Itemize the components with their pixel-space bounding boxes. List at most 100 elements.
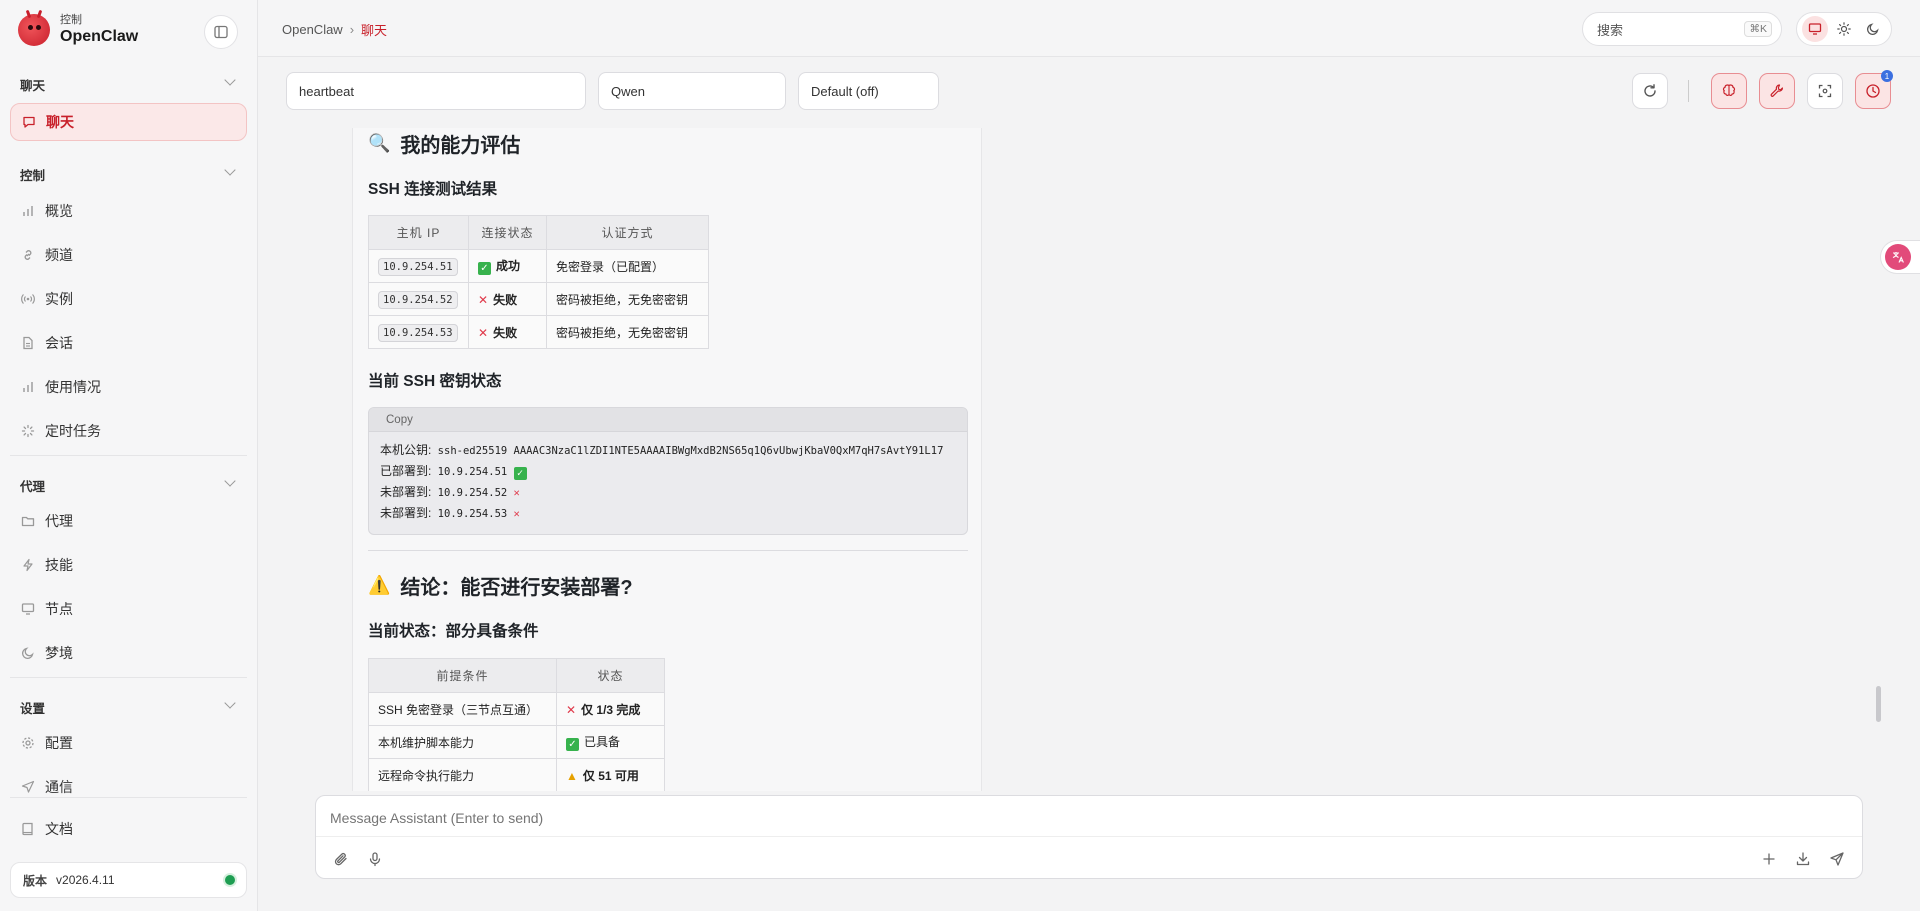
thinking-select[interactable]: Default (off) bbox=[798, 72, 939, 110]
table-row: 10.9.254.51 ✓ 成功 免密登录（已配置） bbox=[368, 249, 709, 283]
ip-code: 10.9.254.53 bbox=[378, 324, 458, 342]
code-value: 10.9.254.53 bbox=[437, 508, 508, 520]
sidebar-item-nodes[interactable]: 节点 bbox=[20, 598, 73, 620]
chevron-down-icon[interactable] bbox=[224, 475, 236, 487]
sidebar-item-comms[interactable]: 通信 bbox=[20, 776, 73, 798]
composer-divider bbox=[316, 836, 1862, 837]
chevron-down-icon[interactable] bbox=[224, 697, 236, 709]
sidebar-item-docs[interactable]: 文档 bbox=[20, 818, 73, 840]
topbar: OpenClaw › 聊天 搜索 ⌘K bbox=[258, 0, 1920, 57]
sidebar-item-channels[interactable]: 频道 bbox=[20, 244, 73, 266]
new-chat-button[interactable] bbox=[1758, 848, 1780, 870]
sidebar-item-label: 节点 bbox=[45, 601, 73, 617]
moon-icon bbox=[20, 645, 36, 661]
chevron-down-icon[interactable] bbox=[224, 74, 236, 86]
version-info: 版本 v2026.4.11 bbox=[10, 862, 247, 898]
sidebar-item-cron[interactable]: 定时任务 bbox=[20, 420, 101, 442]
code-line: 已部署到: 10.9.254.51 ✓ bbox=[369, 461, 967, 482]
brand-name: OpenClaw bbox=[60, 28, 139, 45]
export-button[interactable] bbox=[1792, 848, 1814, 870]
tools-button[interactable] bbox=[1759, 73, 1795, 109]
translate-floating-button[interactable] bbox=[1880, 240, 1920, 274]
cron-status-button[interactable]: 1 bbox=[1855, 70, 1893, 109]
cell-condition: 本机维护脚本能力 bbox=[368, 725, 557, 759]
breadcrumb: OpenClaw › 聊天 bbox=[282, 20, 387, 39]
code-line: 未部署到: 10.9.254.52 ✕ bbox=[369, 482, 967, 503]
session-value: heartbeat bbox=[299, 83, 354, 99]
breadcrumb-separator: › bbox=[349, 22, 355, 37]
search-input[interactable]: 搜索 ⌘K bbox=[1582, 12, 1782, 46]
group-title-chat[interactable]: 聊天 bbox=[20, 75, 45, 94]
column-header: 状态 bbox=[556, 658, 665, 693]
loader-icon bbox=[20, 423, 36, 439]
theme-system-button[interactable] bbox=[1802, 16, 1829, 42]
table-row: 10.9.254.52 ✕ 失败 密码被拒绝，无免密密钥 bbox=[368, 282, 709, 316]
group-title-settings[interactable]: 设置 bbox=[20, 698, 45, 717]
refresh-button[interactable] bbox=[1632, 73, 1668, 109]
sidebar-item-usage[interactable]: 使用情况 bbox=[20, 376, 101, 398]
breadcrumb-root[interactable]: OpenClaw bbox=[282, 22, 343, 37]
model-select[interactable]: Qwen bbox=[598, 72, 786, 110]
session-select[interactable]: heartbeat bbox=[286, 72, 586, 110]
send-button[interactable] bbox=[1826, 848, 1848, 870]
bar-chart-icon bbox=[20, 203, 36, 219]
cross-icon: ✕ bbox=[513, 487, 520, 499]
cell-status: ✕ 仅 1/3 完成 bbox=[556, 692, 665, 726]
divider bbox=[10, 677, 247, 678]
message-input[interactable] bbox=[330, 810, 1830, 826]
paperclip-icon bbox=[334, 852, 347, 866]
sidebar-item-sessions[interactable]: 会话 bbox=[20, 332, 73, 354]
sidebar-item-config[interactable]: 配置 bbox=[20, 732, 73, 754]
sidebar-item-label: 通信 bbox=[45, 779, 73, 795]
code-block: Copy 本机公钥: ssh-ed25519 AAAAC3NzaC1lZDI1N… bbox=[368, 407, 968, 535]
group-title-agents[interactable]: 代理 bbox=[20, 476, 45, 495]
cross-icon: ✕ bbox=[513, 508, 520, 520]
voice-input-button[interactable] bbox=[364, 848, 386, 870]
ssh-results-table: 主机 IP 连接状态 认证方式 10.9.254.51 ✓ 成功 免密登录（已配置… bbox=[368, 215, 709, 349]
scrollbar-thumb[interactable] bbox=[1876, 686, 1881, 722]
chat-message: 🔍 我的能力评估 SSH 连接测试结果 主机 IP 连接状态 认证方式 10.9… bbox=[352, 128, 982, 791]
group-title-control[interactable]: 控制 bbox=[20, 165, 45, 184]
search-placeholder: 搜索 bbox=[1597, 22, 1624, 38]
check-icon: ✓ bbox=[513, 467, 527, 480]
table-header-row: 前提条件 状态 bbox=[368, 658, 665, 693]
link-icon bbox=[20, 247, 36, 263]
copy-label: Copy bbox=[386, 414, 413, 426]
thinking-toggle-button[interactable] bbox=[1711, 73, 1747, 109]
focus-mode-button[interactable] bbox=[1807, 73, 1843, 109]
ip-code: 10.9.254.51 bbox=[378, 258, 458, 276]
sidebar-item-agents[interactable]: 代理 bbox=[20, 510, 73, 532]
sidebar-item-skills[interactable]: 技能 bbox=[20, 554, 73, 576]
brand[interactable]: 控制 OpenClaw bbox=[18, 9, 139, 46]
theme-dark-button[interactable] bbox=[1860, 16, 1886, 42]
toolbar-divider bbox=[1688, 80, 1689, 102]
attach-button[interactable] bbox=[330, 848, 352, 870]
status-text: 仅 1/3 完成 bbox=[581, 702, 641, 717]
send-icon bbox=[20, 779, 36, 795]
brand-subtitle: 控制 bbox=[60, 14, 82, 26]
cell-status: ▲ 仅 51 可用 bbox=[556, 758, 665, 791]
copy-code-button[interactable]: Copy bbox=[369, 408, 967, 432]
sidebar-item-label: 频道 bbox=[45, 247, 73, 263]
chevron-down-icon[interactable] bbox=[224, 164, 236, 176]
sidebar: 控制 OpenClaw 聊天 聊天 控制 概览 频道 实例 会话 使用情况 定时… bbox=[0, 0, 258, 911]
theme-light-button[interactable] bbox=[1831, 16, 1857, 42]
cell-ip: 10.9.254.53 bbox=[368, 315, 469, 349]
code-key: 未部署到: bbox=[380, 485, 432, 499]
sidebar-item-label: 概览 bbox=[45, 203, 73, 219]
breadcrumb-current: 聊天 bbox=[361, 23, 388, 38]
sidebar-item-label: 配置 bbox=[45, 735, 73, 751]
table-row: 10.9.254.53 ✕ 失败 密码被拒绝，无免密密钥 bbox=[368, 315, 709, 349]
sidebar-item-dreams[interactable]: 梦境 bbox=[20, 642, 73, 664]
sidebar-item-overview[interactable]: 概览 bbox=[20, 200, 73, 222]
cell-condition: SSH 免密登录（三节点互通） bbox=[368, 692, 557, 726]
table-header-row: 主机 IP 连接状态 认证方式 bbox=[368, 215, 709, 250]
collapse-sidebar-button[interactable] bbox=[204, 15, 238, 49]
sidebar-item-instances[interactable]: 实例 bbox=[20, 288, 73, 310]
sidebar-item-chat[interactable]: 聊天 bbox=[10, 103, 247, 141]
book-icon bbox=[20, 821, 36, 837]
table-row: 远程命令执行能力 ▲ 仅 51 可用 bbox=[368, 758, 665, 791]
ssh-test-title: SSH 连接测试结果 bbox=[368, 181, 498, 198]
column-header: 连接状态 bbox=[468, 215, 547, 250]
heading-capability-eval: 🔍 我的能力评估 bbox=[368, 129, 520, 158]
